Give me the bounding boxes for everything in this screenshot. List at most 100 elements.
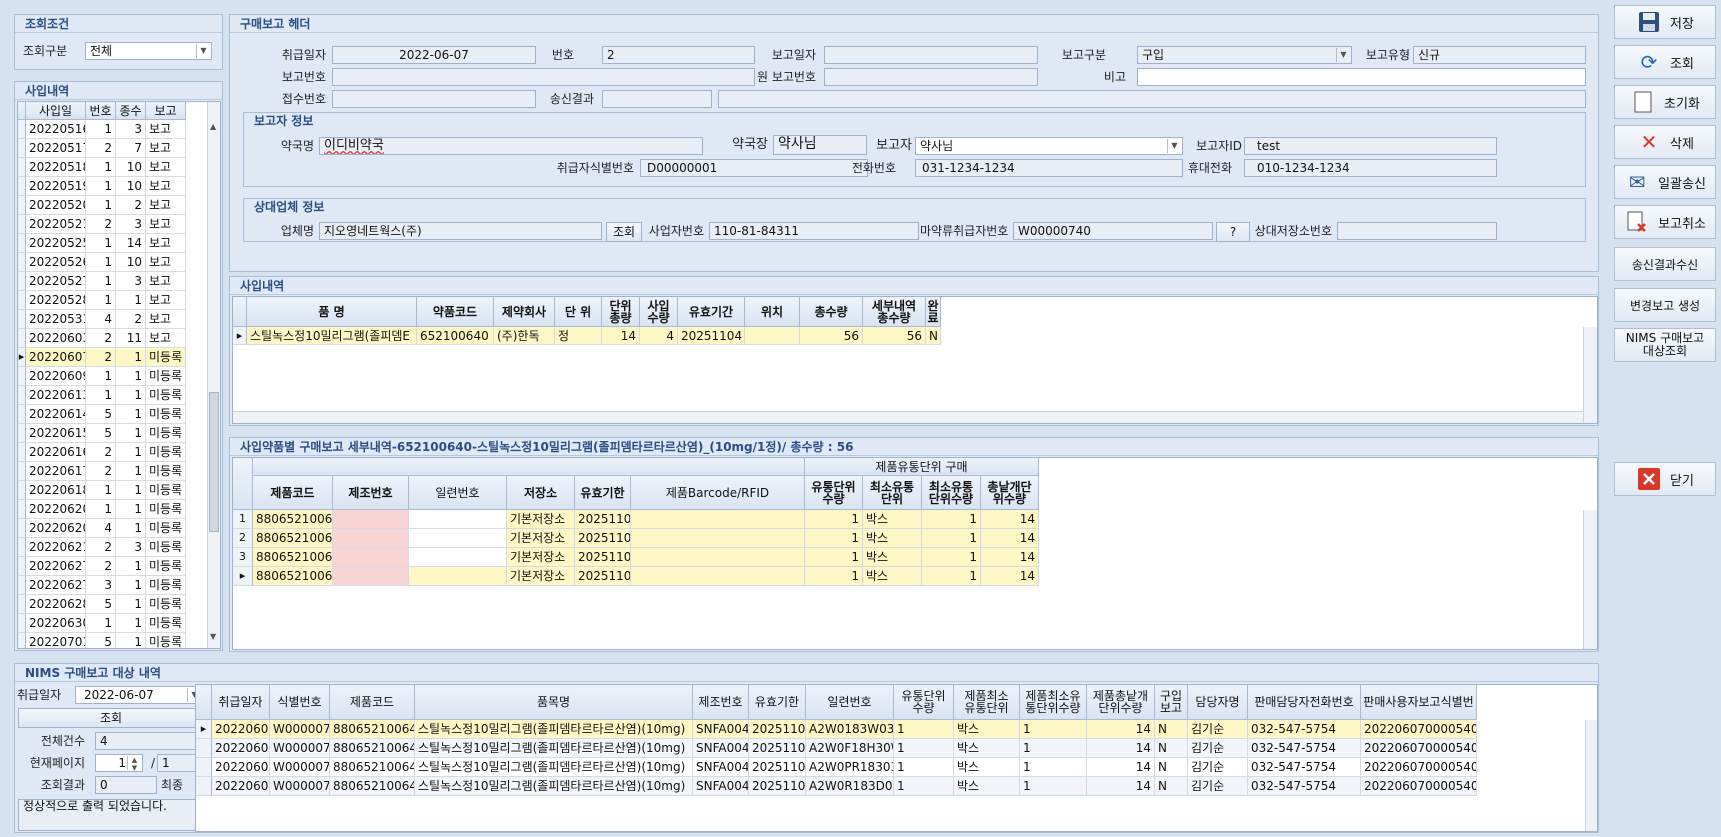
list-cell[interactable]: 10 (116, 253, 146, 272)
detail-cell[interactable]: 20251104 (575, 529, 631, 548)
row-header[interactable] (18, 595, 26, 614)
chevron-down-icon[interactable]: ▼ (1336, 48, 1350, 62)
list-cell[interactable]: 1 (86, 234, 116, 253)
nims-cell[interactable]: 박스 (954, 739, 1020, 758)
row-header[interactable]: 3 (233, 548, 253, 567)
report-status-cell[interactable]: 미등록 (146, 500, 186, 519)
detail-cell[interactable] (409, 510, 507, 529)
list-cell[interactable]: 20220517 (26, 139, 86, 158)
list-cell[interactable]: 1 (116, 348, 146, 367)
item-cell[interactable]: 14 (602, 327, 640, 345)
detail-cell[interactable] (333, 510, 409, 529)
list-cell[interactable]: 2 (86, 139, 116, 158)
note-field[interactable] (1137, 68, 1586, 86)
row-header[interactable]: 1 (233, 510, 253, 529)
list-cell[interactable]: 20220628 (26, 595, 86, 614)
item-cell[interactable]: 652100640 (417, 327, 494, 345)
row-header[interactable] (18, 234, 26, 253)
list-cell[interactable]: 20220614 (26, 405, 86, 424)
company-name-field[interactable]: 지오영네트웍스(주) (319, 222, 602, 240)
nims-cell[interactable]: 8806521006444 (330, 777, 415, 796)
nims-cell[interactable]: SNFA004 (693, 777, 749, 796)
nims-cell[interactable]: 스틸녹스정10밀리그램(졸피뎀타르타르산염)(10mg) (415, 777, 693, 796)
detail-cell[interactable]: 14 (981, 567, 1039, 586)
chevron-down-icon[interactable]: ▼ (1167, 139, 1181, 153)
list-cell[interactable]: 20220516 (26, 120, 86, 139)
list-cell[interactable]: 1 (86, 177, 116, 196)
list-cell[interactable]: 1 (86, 481, 116, 500)
list-cell[interactable]: 20220525 (26, 234, 86, 253)
nims-cell[interactable]: 스틸녹스정10밀리그램(졸피뎀타르타르산염)(10mg) (415, 758, 693, 777)
list-cell[interactable]: 5 (86, 633, 116, 648)
list-cell[interactable]: 11 (116, 329, 146, 348)
detail-grid-scrollbar[interactable] (1583, 510, 1597, 649)
nims-cell[interactable]: N (1155, 758, 1188, 777)
purchase-list-scrollbar[interactable]: ▲ ▼ (207, 102, 220, 648)
row-header[interactable] (18, 500, 26, 519)
report-status-cell[interactable]: 미등록 (146, 557, 186, 576)
list-cell[interactable]: 20220609 (26, 367, 86, 386)
list-cell[interactable]: 1 (116, 481, 146, 500)
row-header[interactable] (18, 310, 26, 329)
nims-cell[interactable]: 스틸녹스정10밀리그램(졸피뎀타르타르산염)(10mg) (415, 720, 693, 739)
nims-cell[interactable]: 스틸녹스정10밀리그램(졸피뎀타르타르산염)(10mg) (415, 739, 693, 758)
detail-cell[interactable]: 박스 (863, 567, 922, 586)
report-status-cell[interactable]: 보고 (146, 139, 186, 158)
detail-cell[interactable] (333, 529, 409, 548)
report-status-cell[interactable]: 미등록 (146, 424, 186, 443)
detail-cell[interactable]: 20251104 (575, 510, 631, 529)
report-status-cell[interactable]: 보고 (146, 196, 186, 215)
row-header[interactable] (18, 519, 26, 538)
items-grid-scrollbar[interactable] (1583, 327, 1597, 423)
list-cell[interactable]: 1 (116, 462, 146, 481)
detail-cell[interactable]: 20251104 (575, 567, 631, 586)
nims-cell[interactable]: 2022060700005400 (1361, 777, 1477, 796)
list-cell[interactable]: 1 (86, 158, 116, 177)
report-status-cell[interactable]: 보고 (146, 120, 186, 139)
report-status-cell[interactable]: 보고 (146, 215, 186, 234)
row-header[interactable] (196, 739, 212, 758)
detail-cell[interactable]: 1 (805, 548, 863, 567)
list-cell[interactable]: 20220520 (26, 196, 86, 215)
detail-cell[interactable]: 1 (805, 510, 863, 529)
detail-cell[interactable] (333, 567, 409, 586)
item-cell[interactable]: 4 (640, 327, 678, 345)
receipt-number-field[interactable] (332, 90, 536, 108)
scroll-down-icon[interactable]: ▼ (210, 632, 216, 641)
scroll-up-icon[interactable]: ▲ (210, 122, 216, 131)
row-header[interactable]: ▸ (233, 327, 247, 345)
change-report-button[interactable]: 변경보고 생성 (1614, 288, 1716, 322)
nims-cell[interactable]: 2022060700005400 (1361, 758, 1477, 777)
handling-date-field[interactable]: 2022-06-07 (332, 46, 536, 64)
nims-cell[interactable]: A2W0F18H30W375 (806, 739, 894, 758)
list-cell[interactable]: 20220618 (26, 481, 86, 500)
list-cell[interactable]: 20220518 (26, 158, 86, 177)
report-date-field[interactable] (824, 46, 1038, 64)
report-status-cell[interactable]: 미등록 (146, 633, 186, 648)
list-cell[interactable]: 2 (86, 557, 116, 576)
number-field[interactable]: 2 (602, 46, 755, 64)
list-cell[interactable]: 20220701 (26, 633, 86, 648)
receive-result-button[interactable]: 송신결과수신 (1614, 247, 1716, 281)
list-cell[interactable]: 1 (116, 386, 146, 405)
nims-date-picker[interactable]: 2022-06-07▼ (75, 686, 203, 704)
list-cell[interactable]: 1 (116, 557, 146, 576)
nims-cell[interactable]: 1 (1020, 720, 1087, 739)
list-cell[interactable]: 3 (116, 215, 146, 234)
report-status-cell[interactable]: 보고 (146, 291, 186, 310)
item-cell[interactable]: (주)한독 (494, 327, 555, 345)
row-header[interactable] (18, 481, 26, 500)
nims-cell[interactable]: 20220607 (212, 739, 270, 758)
detail-cell[interactable] (409, 529, 507, 548)
send-result-field[interactable] (602, 90, 712, 108)
detail-cell[interactable] (409, 567, 507, 586)
list-cell[interactable]: 20220627 (26, 576, 86, 595)
list-cell[interactable]: 7 (116, 139, 146, 158)
list-cell[interactable]: 14 (116, 234, 146, 253)
list-cell[interactable]: 1 (116, 500, 146, 519)
nims-cell[interactable]: 1 (894, 758, 954, 777)
nims-cell[interactable]: 박스 (954, 758, 1020, 777)
row-header[interactable] (18, 462, 26, 481)
list-cell[interactable]: 1 (86, 291, 116, 310)
nims-cell[interactable]: 20251104 (749, 739, 806, 758)
